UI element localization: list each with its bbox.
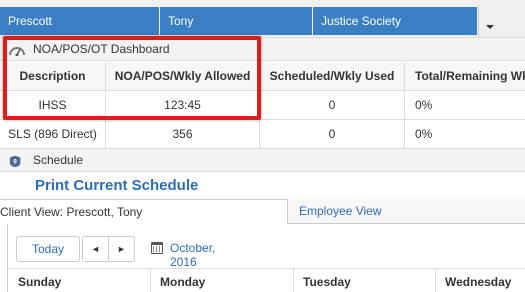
cell-used: 0	[260, 120, 405, 148]
row-cell-last-name[interactable]: Prescott	[0, 7, 159, 35]
cell-description: SLS (896 Direct)	[0, 120, 106, 148]
cell-remaining: 0%	[415, 98, 433, 112]
schedule-title: Schedule	[33, 153, 84, 167]
schedule-section-header: 9 Schedule	[0, 148, 525, 172]
column-header-remaining: Total/Remaining Wk	[415, 69, 525, 83]
weekday-wednesday: Wednesday	[445, 275, 512, 289]
weekday-tuesday: Tuesday	[303, 275, 351, 289]
selected-grid-row[interactable]: Prescott Tony Justice Society	[0, 0, 525, 38]
calendar-icon[interactable]	[151, 242, 163, 254]
column-divider	[293, 269, 294, 292]
schedule-tabs: Client View: Prescott, Tony Employee Vie…	[0, 199, 525, 224]
weekday-header-row: Sunday Monday Tuesday Wednesday	[8, 268, 525, 292]
tab-client-view[interactable]: Client View: Prescott, Tony	[0, 199, 288, 224]
current-month-label[interactable]: October, 2016	[170, 241, 215, 269]
chevron-down-icon	[486, 25, 494, 29]
row-cell-agency[interactable]: Justice Society	[313, 7, 477, 35]
table-row: SLS (896 Direct) 356 0 0%	[0, 120, 525, 149]
previous-button[interactable]: ◄	[82, 236, 109, 262]
highlight-annotation-box	[3, 36, 261, 120]
svg-text:9: 9	[13, 159, 17, 166]
row-cell-first-name[interactable]: Tony	[160, 7, 312, 35]
cell-remaining: 0%	[415, 127, 433, 141]
weekday-sunday: Sunday	[18, 275, 62, 289]
column-header-used: Scheduled/Wkly Used	[260, 62, 405, 90]
tab-employee-view[interactable]: Employee View	[288, 199, 525, 224]
scrollbar-down-button[interactable]	[478, 7, 500, 38]
column-divider	[435, 269, 436, 292]
cell-allowed: 356	[106, 120, 260, 148]
cell-used: 0	[260, 91, 405, 119]
next-button[interactable]: ►	[108, 236, 135, 262]
today-button[interactable]: Today	[16, 236, 80, 262]
print-schedule-link[interactable]: Print Current Schedule	[35, 177, 198, 194]
calendar-panel: Today ◄ ► October, 2016 Sunday Monday Tu…	[7, 224, 525, 292]
column-divider	[150, 269, 151, 292]
weekday-monday: Monday	[160, 275, 206, 289]
calendar-badge-icon: 9	[9, 155, 21, 168]
